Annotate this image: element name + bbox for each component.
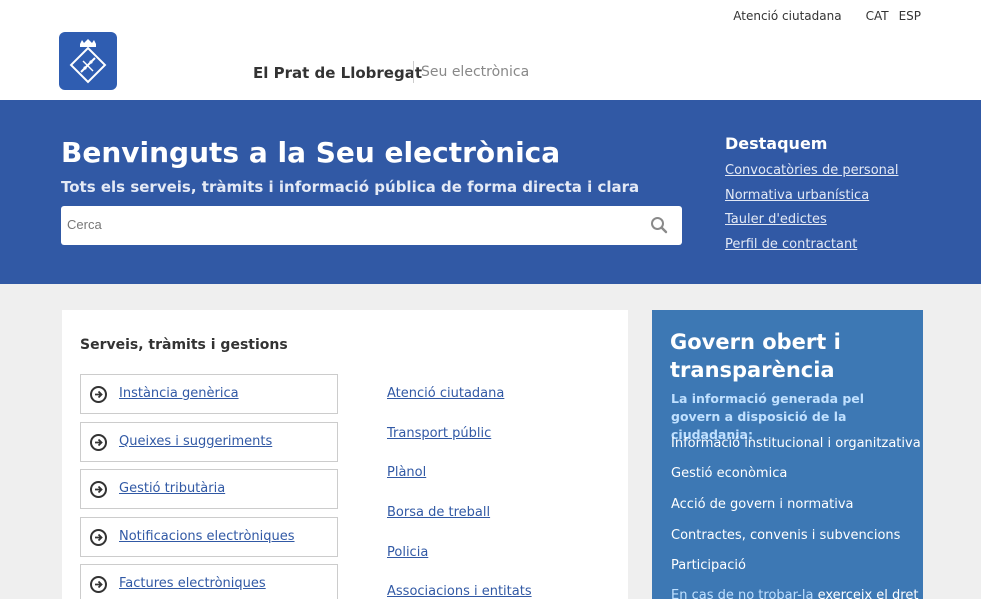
govern-link-institucional[interactable]: Informació institucional i organitzativa (671, 436, 921, 451)
arrow-right-circle-icon (90, 481, 107, 498)
link-planol[interactable]: Plànol (387, 465, 426, 480)
hero-subtitle: Tots els serveis, tràmits i informació p… (61, 178, 640, 196)
govern-foot-link[interactable]: exerceix el dret (818, 588, 919, 599)
site-subtitle: Seu electrònica (421, 64, 530, 80)
service-box-label: Queixes i suggeriments (119, 434, 273, 449)
destaquem-link-tauler[interactable]: Tauler d'edictes (725, 208, 898, 233)
destaquem-link-normativa[interactable]: Normativa urbanística (725, 184, 898, 209)
govern-foot-prefix: En cas de no trobar-la (671, 588, 814, 599)
arrow-right-circle-icon (90, 434, 107, 451)
site-header: Atenció ciutadana CAT ESP El Prat de Llo… (0, 0, 981, 100)
search-input[interactable] (61, 206, 621, 243)
service-box-factures[interactable]: Factures electròniques (80, 564, 338, 599)
service-box-label: Instància genèrica (119, 386, 239, 401)
link-policia[interactable]: Policia (387, 545, 428, 560)
govern-title: Govern obert i transparència (670, 330, 841, 382)
service-box-label: Factures electròniques (119, 576, 266, 591)
hero-title: Benvinguts a la Seu electrònica (61, 136, 561, 169)
coat-of-arms-icon (69, 39, 107, 84)
service-box-tributaria[interactable]: Gestió tributària (80, 469, 338, 509)
arrow-right-circle-icon (90, 576, 107, 593)
destaquem-title: Destaquem (725, 134, 828, 153)
service-box-label: Gestió tributària (119, 481, 226, 496)
service-box-notificacions[interactable]: Notificacions electròniques (80, 517, 338, 557)
service-box-queixes[interactable]: Queixes i suggeriments (80, 422, 338, 462)
site-name[interactable]: El Prat de Llobregat (253, 64, 422, 82)
destaquem-link-convocatories[interactable]: Convocatòries de personal (725, 159, 898, 184)
link-borsa-treball[interactable]: Borsa de treball (387, 505, 490, 520)
services-title: Serveis, tràmits i gestions (80, 337, 288, 353)
top-links: Atenció ciutadana CAT ESP (733, 9, 921, 23)
govern-obert-panel: Govern obert i transparència La informac… (652, 310, 923, 599)
link-transport-public[interactable]: Transport públic (387, 426, 491, 441)
link-atencio-ciutadana[interactable]: Atenció ciutadana (387, 386, 504, 401)
destaquem-link-perfil[interactable]: Perfil de contractant (725, 233, 898, 258)
header-divider (413, 61, 414, 83)
govern-footnote: En cas de no trobar-la exerceix el dret (671, 588, 918, 599)
hero-banner: Benvinguts a la Seu electrònica Tots els… (0, 100, 981, 284)
link-associacions[interactable]: Associacions i entitats (387, 584, 532, 599)
govern-link-participacio[interactable]: Participació (671, 558, 746, 573)
arrow-right-circle-icon (90, 529, 107, 546)
lang-esp-link[interactable]: ESP (899, 9, 921, 23)
govern-link-accio[interactable]: Acció de govern i normativa (671, 497, 853, 512)
govern-link-economica[interactable]: Gestió econòmica (671, 466, 787, 481)
search-box (61, 206, 682, 245)
lang-cat-link[interactable]: CAT (866, 9, 889, 23)
destaquem-section: Destaquem Convocatòries de personal Norm… (725, 134, 898, 257)
top-link-atencio[interactable]: Atenció ciutadana (733, 9, 841, 23)
govern-link-contractes[interactable]: Contractes, convenis i subvencions (671, 528, 900, 543)
services-panel: Serveis, tràmits i gestions Instància ge… (62, 310, 628, 599)
search-icon[interactable] (650, 216, 668, 234)
service-box-label: Notificacions electròniques (119, 529, 295, 544)
arrow-right-circle-icon (90, 386, 107, 403)
municipal-logo[interactable] (59, 32, 117, 90)
service-box-instancia[interactable]: Instància genèrica (80, 374, 338, 414)
